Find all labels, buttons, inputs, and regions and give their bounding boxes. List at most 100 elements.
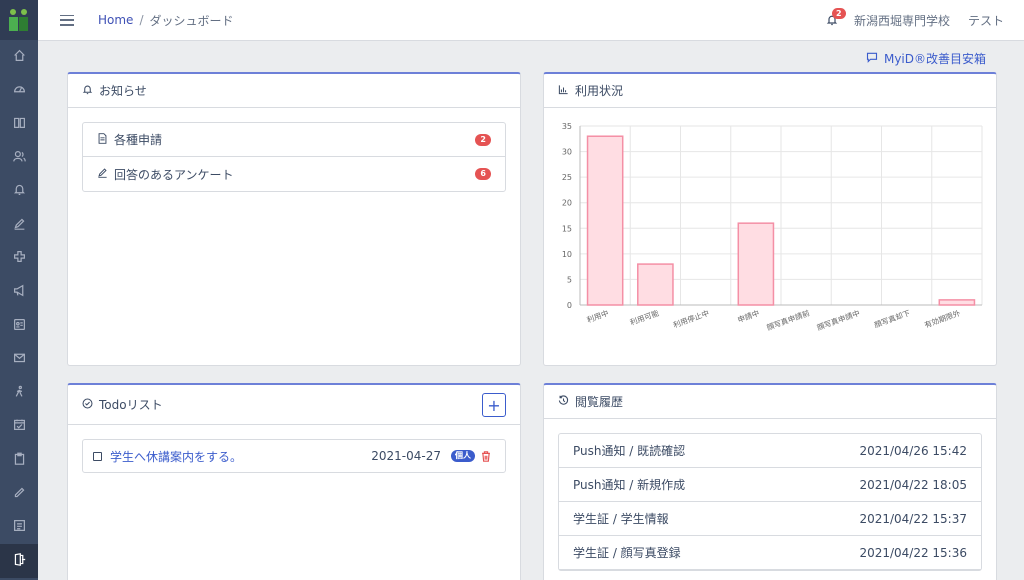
list-icon — [13, 519, 26, 535]
usage-bar-chart: 0 5 10 15 20 25 30 35 利用中 利用可能 利用停止中 申請中 顔写真申請前 顔写真申請… — [562, 122, 983, 332]
notice-item-surveys[interactable]: 回答のあるアンケート 6 — [83, 157, 505, 191]
x-tick-label: 利用停止中 — [672, 307, 711, 329]
history-path: Push通知 / 既読確認 — [573, 444, 686, 458]
home-icon — [13, 49, 26, 65]
sidebar-item-clipboard[interactable] — [0, 443, 38, 477]
y-tick-label: 30 — [562, 148, 572, 157]
breadcrumb-home-link[interactable]: Home — [98, 13, 133, 27]
check-circle-icon — [82, 398, 99, 412]
x-tick-label: 有効期限外 — [923, 307, 962, 329]
history-row[interactable]: 学生証 / 学生情報 2021/04/22 15:37 — [559, 502, 981, 536]
todo-card: Todoリスト + 学生へ休講案内をする。 2021-04-27 個人 — [67, 383, 521, 580]
x-tick-label: 顔写真却下 — [873, 307, 912, 329]
breadcrumb-separator: / — [139, 13, 144, 27]
notice-item-label: 回答のあるアンケート — [114, 167, 234, 182]
todo-title: Todoリスト — [99, 398, 163, 412]
usage-title: 利用状況 — [575, 84, 624, 98]
x-tick-label: 顔写真申請中 — [815, 307, 861, 332]
history-title: 閲覧履歴 — [575, 395, 624, 409]
add-todo-button[interactable]: + — [482, 393, 506, 417]
breadcrumb-current: ダッシュボード — [149, 13, 234, 28]
y-tick-label: 20 — [562, 199, 572, 208]
sidebar-item-idcard[interactable] — [0, 309, 38, 343]
y-tick-label: 35 — [562, 122, 572, 131]
sidebar-item-list[interactable] — [0, 510, 38, 544]
x-tick-label: 顔写真申請前 — [765, 307, 811, 332]
notice-card-header: お知らせ — [68, 74, 520, 108]
x-tick-label: 利用中 — [585, 307, 610, 324]
logo-icon — [9, 9, 29, 31]
sidebar-item-survey[interactable] — [0, 208, 38, 242]
user-name[interactable]: テスト — [968, 12, 1004, 29]
document-icon — [97, 132, 114, 147]
y-tick-label: 15 — [562, 224, 572, 233]
todo-card-header: Todoリスト + — [68, 385, 520, 425]
x-tick-label: 利用可能 — [628, 307, 660, 327]
history-time: 2021/04/22 15:36 — [859, 545, 967, 560]
myid-feedback-label: MyiD®改善目安箱 — [883, 52, 986, 66]
history-list: Push通知 / 既読確認 2021/04/26 15:42 Push通知 / 新… — [558, 433, 982, 571]
sidebar-item-dashboard[interactable] — [0, 74, 38, 108]
history-path: 学生証 / 顔写真登録 — [573, 546, 681, 560]
sidebar-item-mail[interactable] — [0, 342, 38, 376]
y-tick-label: 10 — [562, 250, 572, 259]
brand-logo[interactable] — [0, 0, 38, 40]
history-path: 学生証 / 学生情報 — [573, 512, 669, 526]
medical-cross-icon — [13, 250, 26, 266]
bar-chart-icon — [558, 84, 575, 98]
top-header: Home / ダッシュボード 2 新潟西堀専門学校 テスト — [38, 0, 1024, 41]
sidebar-item-people[interactable] — [0, 141, 38, 175]
comment-icon — [866, 51, 884, 66]
history-row[interactable]: Push通知 / 既読確認 2021/04/26 15:42 — [559, 434, 981, 468]
bell-icon — [82, 84, 99, 98]
notice-list: 各種申請 2 回答のあるアンケート 6 — [82, 122, 506, 192]
notice-card: お知らせ 各種申請 2 回答のあるアンケート 6 — [67, 72, 521, 366]
sidebar-item-book[interactable] — [0, 107, 38, 141]
chart-bar — [586, 135, 624, 306]
pen-icon — [13, 486, 26, 502]
door-exit-icon — [13, 552, 26, 569]
x-tick-label: 申請中 — [736, 307, 761, 324]
megaphone-icon — [13, 284, 26, 300]
y-tick-label: 0 — [567, 301, 572, 310]
history-row[interactable]: 学生証 / 顔写真登録 2021/04/22 15:36 — [559, 536, 981, 570]
usage-card-header: 利用状況 — [544, 74, 996, 108]
sidebar-item-notice[interactable] — [0, 174, 38, 208]
notice-item-count: 6 — [475, 168, 491, 180]
school-name[interactable]: 新潟西堀専門学校 — [854, 12, 950, 29]
sidebar-item-attendance[interactable] — [0, 376, 38, 410]
history-path: Push通知 / 新規作成 — [573, 478, 686, 492]
sidebar-item-health[interactable] — [0, 242, 38, 276]
sidebar-item-home[interactable] — [0, 40, 38, 74]
myid-feedback-link[interactable]: MyiD®改善目安箱 — [866, 50, 986, 67]
id-card-icon — [13, 318, 26, 334]
todo-item: 学生へ休講案内をする。 2021-04-27 個人 — [82, 439, 506, 473]
sidebar-item-announce[interactable] — [0, 275, 38, 309]
clipboard-icon — [13, 452, 26, 468]
trash-icon[interactable] — [481, 450, 491, 462]
notice-title: お知らせ — [99, 84, 147, 98]
notice-item-count: 2 — [475, 133, 491, 146]
history-card: 閲覧履歴 Push通知 / 既読確認 2021/04/26 15:42 Push通… — [543, 383, 997, 580]
todo-checkbox[interactable] — [93, 451, 102, 461]
notice-item-applications[interactable]: 各種申請 2 — [83, 123, 505, 157]
history-time: 2021/04/22 15:37 — [859, 511, 967, 526]
people-icon — [12, 150, 26, 166]
pencil-icon — [13, 217, 26, 233]
history-row[interactable]: Push通知 / 新規作成 2021/04/22 18:05 — [559, 468, 981, 502]
y-tick-label: 5 — [567, 275, 572, 284]
sidebar-item-edit[interactable] — [0, 477, 38, 511]
history-icon — [558, 394, 575, 409]
todo-item-link[interactable]: 学生へ休講案内をする。 — [110, 448, 242, 465]
calendar-check-icon — [13, 418, 26, 434]
y-tick-label: 25 — [562, 173, 572, 182]
sidebar-item-calendar[interactable] — [0, 410, 38, 444]
envelope-icon — [13, 351, 26, 367]
notification-bell[interactable]: 2 — [826, 7, 846, 28]
history-time: 2021/04/22 18:05 — [859, 477, 967, 492]
menu-toggle-icon[interactable] — [60, 14, 74, 26]
usage-card: 利用状況 0 5 10 15 20 25 30 35 利用中 利用可能 利用停止中 申請中 顔写真申請前… — [543, 72, 997, 366]
book-icon — [13, 116, 26, 132]
sidebar-item-logout[interactable] — [0, 543, 38, 578]
history-card-header: 閲覧履歴 — [544, 385, 996, 419]
